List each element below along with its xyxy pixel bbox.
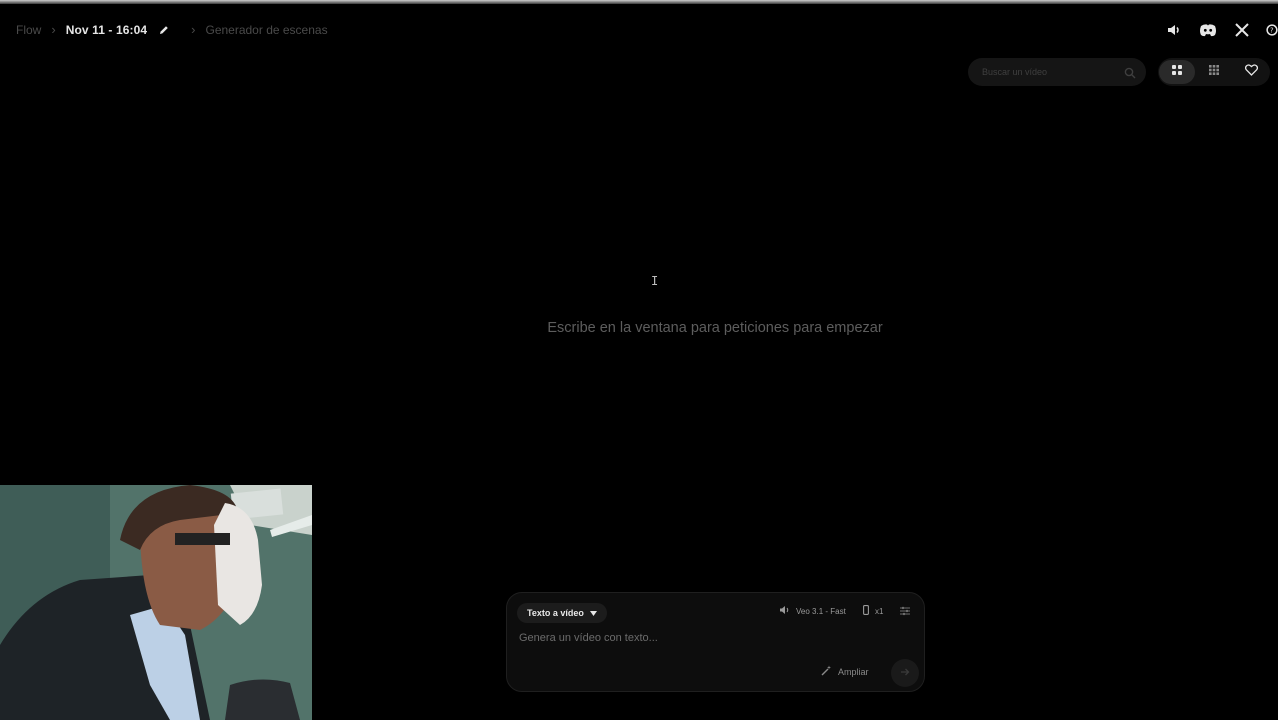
help-icon[interactable]: ? — [1266, 20, 1278, 40]
speaker-icon[interactable] — [1164, 20, 1184, 40]
breadcrumb: Flow › Nov 11 - 16:04 › Generador de esc… — [16, 22, 328, 37]
discord-icon[interactable] — [1198, 20, 1218, 40]
x-icon[interactable] — [1232, 20, 1252, 40]
window-top-edge — [0, 0, 1278, 4]
model-label: Veo 3.1 - Fast — [796, 606, 846, 616]
aspect-count-selector[interactable]: x1 — [863, 605, 883, 617]
text-cursor-icon: I — [651, 274, 659, 288]
empty-state-message: Escribe en la ventana para peticiones pa… — [547, 320, 883, 336]
pencil-icon[interactable] — [157, 23, 171, 37]
search-input[interactable] — [980, 66, 1114, 78]
breadcrumb-section[interactable]: Generador de escenas — [205, 23, 327, 37]
prompt-composer: Texto a vídeo Veo 3.1 - Fast x1 Ampliar — [506, 592, 925, 692]
webcam-overlay — [0, 485, 312, 720]
heart-icon — [1244, 63, 1258, 81]
send-button[interactable] — [891, 659, 919, 687]
expand-label: Ampliar — [838, 666, 869, 677]
chevron-right-icon: › — [51, 22, 56, 37]
project-title[interactable]: Nov 11 - 16:04 — [66, 23, 147, 37]
small-grid-view-button[interactable] — [1196, 60, 1232, 84]
large-grid-view-button[interactable] — [1158, 60, 1195, 84]
header-actions: ? — [1164, 20, 1278, 40]
caret-down-icon — [589, 608, 597, 618]
output-count-label: x1 — [875, 606, 884, 616]
speaker-icon — [779, 605, 790, 617]
arrow-right-icon — [900, 664, 910, 682]
magic-wand-icon — [821, 665, 832, 678]
expand-button[interactable]: Ampliar — [821, 665, 869, 678]
grid-2x2-icon — [1171, 63, 1183, 81]
mode-label: Texto a vídeo — [527, 608, 584, 618]
breadcrumb-root-link[interactable]: Flow — [16, 23, 41, 37]
mode-dropdown[interactable]: Texto a vídeo — [517, 603, 607, 623]
portrait-ratio-icon — [863, 605, 869, 617]
grid-3x3-icon — [1208, 63, 1220, 81]
search-icon[interactable] — [1124, 66, 1136, 79]
settings-sliders-icon[interactable] — [899, 604, 913, 618]
search-bar — [968, 58, 1146, 86]
model-selector[interactable]: Veo 3.1 - Fast — [779, 605, 846, 617]
view-toggle-group — [1158, 58, 1270, 86]
prompt-input[interactable] — [517, 631, 901, 645]
svg-text:?: ? — [1270, 27, 1274, 35]
chevron-right-icon: › — [191, 22, 196, 37]
favorites-button[interactable] — [1233, 60, 1269, 84]
